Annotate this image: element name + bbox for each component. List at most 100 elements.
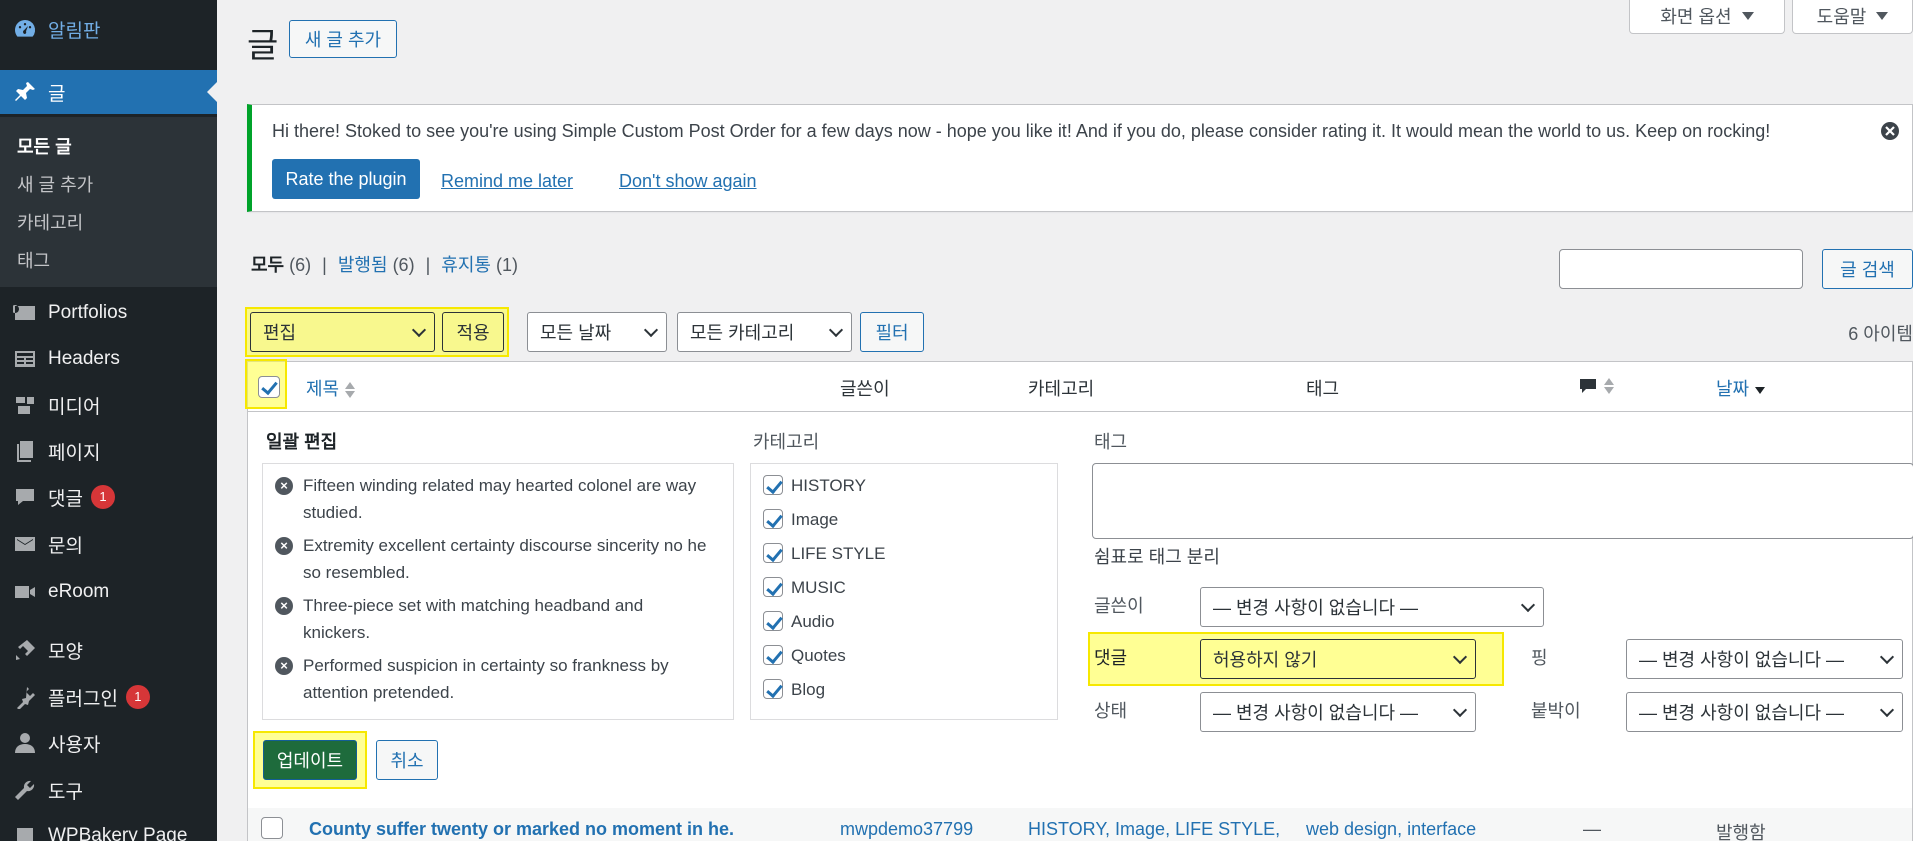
bulk-action-select[interactable]: 편집 xyxy=(250,312,435,352)
category-option-image[interactable]: Image xyxy=(763,509,838,530)
chevron-down-icon xyxy=(1879,702,1895,718)
remove-post-icon[interactable]: × xyxy=(275,657,293,675)
column-title[interactable]: 제목 xyxy=(306,375,356,401)
sidebar-item-label: WPBakery Page xyxy=(48,825,188,841)
submenu-add-new[interactable]: 새 글 추가 xyxy=(17,171,93,197)
sidebar-item-pages[interactable]: 페이지 xyxy=(0,429,217,473)
sidebar-item-wpbakery[interactable]: WPBakery Page xyxy=(0,814,217,841)
post-title-line: attention pretended. xyxy=(303,683,455,702)
cancel-button[interactable]: 취소 xyxy=(376,740,438,780)
status-select[interactable]: — 변경 사항이 없습니다 — xyxy=(1200,692,1476,732)
category-option-blog[interactable]: Blog xyxy=(763,679,825,700)
remove-post-icon[interactable]: × xyxy=(275,477,293,495)
remove-post-icon[interactable]: × xyxy=(275,537,293,555)
view-all[interactable]: 모두 xyxy=(251,255,284,275)
sidebar-item-plugins[interactable]: 플러그인 1 xyxy=(0,675,217,719)
column-date[interactable]: 날짜 xyxy=(1716,375,1766,401)
post-author-link[interactable]: mwpdemo37799 xyxy=(840,819,973,840)
submenu-all-posts[interactable]: 모든 글 xyxy=(17,133,72,159)
category-option-audio[interactable]: Audio xyxy=(763,611,834,632)
sidebar-item-label: eRoom xyxy=(48,581,110,602)
bulk-edit-categories-label: 카테고리 xyxy=(753,432,820,452)
page-icon xyxy=(12,438,38,464)
active-indicator xyxy=(207,82,217,102)
category-option-music[interactable]: MUSIC xyxy=(763,577,846,598)
filter-button[interactable]: 필터 xyxy=(860,312,924,352)
dismiss-notice-icon[interactable] xyxy=(1880,121,1900,141)
author-select[interactable]: — 변경 사항이 없습니다 — xyxy=(1200,587,1544,627)
add-new-post-button[interactable]: 새 글 추가 xyxy=(289,20,397,58)
row-checkbox[interactable] xyxy=(261,817,283,839)
ping-select-value: — 변경 사항이 없습니다 — xyxy=(1639,650,1845,670)
help-tab[interactable]: 도움말 xyxy=(1792,0,1913,34)
rate-plugin-button[interactable]: Rate the plugin xyxy=(272,159,420,199)
status-label: 상태 xyxy=(1094,701,1128,721)
category-filter-select[interactable]: 모든 카테고리 xyxy=(677,312,852,352)
comments-count-badge: 1 xyxy=(90,485,115,509)
sidebar-item-tools[interactable]: 도구 xyxy=(0,768,217,812)
post-title-link[interactable]: County suffer twenty or marked no moment… xyxy=(309,819,734,840)
update-button[interactable]: 업데이트 xyxy=(263,740,357,780)
date-filter-select[interactable]: 모든 날짜 xyxy=(527,312,667,352)
page-title: 글 xyxy=(247,27,279,65)
category-checkbox[interactable] xyxy=(763,577,783,597)
sidebar-item-posts[interactable]: 글 xyxy=(0,70,217,114)
category-checkbox[interactable] xyxy=(763,509,783,529)
category-checkbox[interactable] xyxy=(763,645,783,665)
dont-show-again-link[interactable]: Don't show again xyxy=(619,171,757,192)
sticky-select[interactable]: — 변경 사항이 없습니다 — xyxy=(1626,692,1903,732)
search-posts-button[interactable]: 글 검색 xyxy=(1822,249,1913,289)
sidebar-item-users[interactable]: 사용자 xyxy=(0,721,217,765)
sidebar-item-portfolios[interactable]: Portfolios xyxy=(0,291,217,335)
sidebar-item-contact[interactable]: 문의 xyxy=(0,522,217,566)
category-checkbox[interactable] xyxy=(763,475,783,495)
category-checkbox[interactable] xyxy=(763,679,783,699)
sidebar-item-appearance[interactable]: 모양 xyxy=(0,628,217,672)
sidebar-item-label: 알림판 xyxy=(48,20,101,42)
post-categories-links[interactable]: HISTORY, Image, LIFE STYLE, xyxy=(1028,819,1280,840)
comments-select[interactable]: 허용하지 않기 xyxy=(1200,639,1476,679)
view-published-count: (6) xyxy=(392,255,415,275)
sidebar-item-label: 글 xyxy=(48,83,66,105)
post-search-input[interactable] xyxy=(1559,249,1803,289)
sidebar-item-media[interactable]: 미디어 xyxy=(0,383,217,427)
sort-descending-icon xyxy=(1755,381,1766,399)
admin-sidebar: 알림판 글 모든 글 새 글 추가 카테고리 태그 Portfolios Hea… xyxy=(0,0,217,841)
bulk-edit-heading: 일괄 편집 xyxy=(266,432,338,452)
submenu-categories[interactable]: 카테고리 xyxy=(17,209,83,235)
ping-select[interactable]: — 변경 사항이 없습니다 — xyxy=(1626,639,1903,679)
post-title-line: knickers. xyxy=(303,623,371,642)
category-option-quotes[interactable]: Quotes xyxy=(763,645,846,666)
post-tags-links[interactable]: web design, interface xyxy=(1306,819,1476,840)
sidebar-item-comments[interactable]: 댓글 1 xyxy=(0,475,217,519)
view-trash[interactable]: 휴지통 xyxy=(441,255,491,275)
category-checkbox[interactable] xyxy=(763,543,783,563)
category-checkbox[interactable] xyxy=(763,611,783,631)
date-filter-value: 모든 날짜 xyxy=(540,323,612,343)
screen-options-tab[interactable]: 화면 옵션 xyxy=(1629,0,1785,34)
posts-table: 제목 글쓴이 카테고리 태그 날짜 일괄 편집 카테고리 태그 × Fiftee… xyxy=(245,359,1913,841)
sidebar-item-eroom[interactable]: eRoom xyxy=(0,570,217,614)
comments-select-value: 허용하지 않기 xyxy=(1213,650,1318,670)
column-comments[interactable] xyxy=(1578,375,1614,396)
submenu-tags[interactable]: 태그 xyxy=(17,247,50,273)
remove-post-icon[interactable]: × xyxy=(275,597,293,615)
chevron-down-icon xyxy=(1452,702,1468,718)
sidebar-item-dashboard[interactable]: 알림판 xyxy=(0,7,217,51)
remind-later-link[interactable]: Remind me later xyxy=(441,171,573,192)
view-published[interactable]: 발행됨 xyxy=(338,255,388,275)
column-tags: 태그 xyxy=(1306,379,1340,399)
plugins-update-badge: 1 xyxy=(125,685,150,709)
select-all-checkbox[interactable] xyxy=(258,376,280,398)
tags-hint: 쉼표로 태그 분리 xyxy=(1094,547,1220,567)
video-icon xyxy=(12,579,38,605)
bulk-edit-category-checklist: HISTORY Image LIFE STYLE MUSIC Audio Quo… xyxy=(750,463,1058,720)
list-item: × Fifteen winding related may hearted co… xyxy=(275,472,725,526)
plugin-icon xyxy=(12,684,38,710)
sidebar-item-headers[interactable]: Headers xyxy=(0,337,217,381)
apply-button[interactable]: 적용 xyxy=(442,312,504,352)
column-title-label: 제목 xyxy=(306,379,340,399)
tags-textarea[interactable] xyxy=(1092,463,1913,539)
category-option-life-style[interactable]: LIFE STYLE xyxy=(763,543,885,564)
category-option-history[interactable]: HISTORY xyxy=(763,475,866,496)
